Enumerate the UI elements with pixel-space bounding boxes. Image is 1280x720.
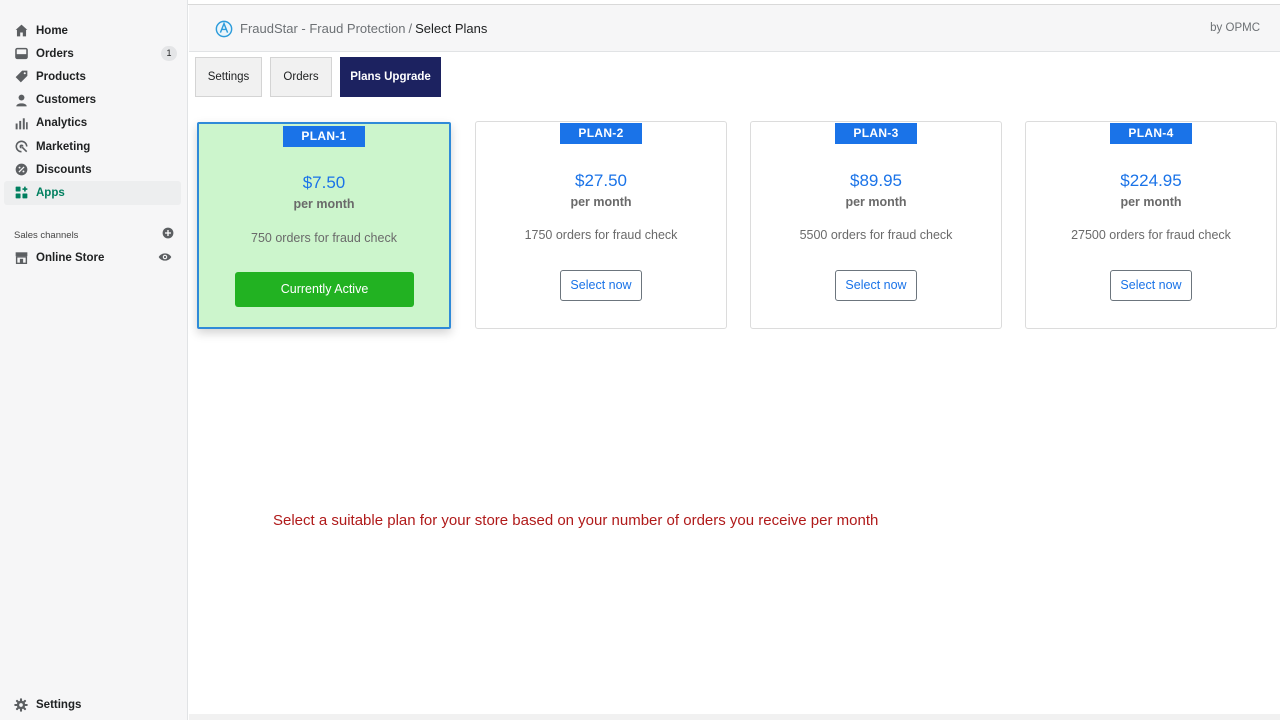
plan-card-2: PLAN-2 $27.50 per month 1750 orders for … [475, 121, 727, 329]
sidebar-item-products[interactable]: Products [0, 65, 187, 88]
plan-price: $89.95 [850, 171, 902, 190]
plan-period: per month [570, 195, 632, 209]
eye-icon[interactable] [158, 251, 172, 266]
plan-price: $27.50 [575, 171, 627, 190]
bottom-bar [189, 714, 1280, 720]
sidebar-item-settings[interactable]: Settings [0, 693, 188, 716]
sidebar-item-label: Customers [36, 94, 97, 107]
plan-selection-note: Select a suitable plan for your store ba… [273, 512, 879, 529]
plan-card-4: PLAN-4 $224.95 per month 27500 orders fo… [1025, 121, 1277, 329]
sidebar-nav: Home Orders 1 Products Customers Analyti… [0, 0, 187, 205]
select-plan-button[interactable]: Select now [560, 270, 642, 301]
tab-orders[interactable]: Orders [270, 57, 332, 97]
breadcrumb-separator: / [408, 21, 413, 36]
target-icon [14, 140, 28, 154]
breadcrumb: FraudStar - Fraud Protection / Select Plan… [240, 21, 487, 36]
sidebar: Home Orders 1 Products Customers Analyti… [0, 0, 188, 720]
select-plan-button[interactable]: Select now [1110, 270, 1192, 301]
discount-icon [14, 163, 28, 177]
sidebar-item-apps[interactable]: Apps [4, 181, 181, 205]
developer-byline: by OPMC [1210, 22, 1260, 34]
sidebar-item-home[interactable]: Home [0, 19, 187, 42]
bar-chart-icon [14, 116, 28, 130]
sales-channels-label: Sales channels [14, 229, 79, 241]
plan-name-label: PLAN-4 [1110, 123, 1192, 144]
sidebar-item-online-store[interactable]: Online Store [0, 246, 188, 269]
sidebar-item-label: Orders [36, 47, 74, 60]
tab-settings[interactable]: Settings [195, 57, 262, 97]
sidebar-item-analytics[interactable]: Analytics [0, 112, 187, 135]
sidebar-item-label: Apps [36, 186, 65, 199]
plan-orders: 1750 orders for fraud check [524, 228, 678, 242]
sidebar-item-label: Online Store [36, 251, 105, 264]
add-sales-channel-icon[interactable] [162, 226, 174, 244]
orders-count-badge: 1 [161, 46, 177, 62]
sidebar-item-label: Products [36, 70, 86, 83]
sidebar-item-label: Discounts [36, 163, 92, 176]
plan-orders: 5500 orders for fraud check [799, 228, 953, 242]
plan-period: per month [1120, 195, 1182, 209]
home-icon [14, 24, 28, 38]
store-icon [14, 251, 28, 265]
breadcrumb-app-name[interactable]: FraudStar - Fraud Protection [240, 21, 405, 36]
plan-orders: 750 orders for fraud check [251, 231, 397, 245]
plan-price: $224.95 [1120, 171, 1182, 190]
app-header: FraudStar - Fraud Protection / Select Plan… [189, 5, 1280, 52]
plan-card-3: PLAN-3 $89.95 per month 5500 orders for … [750, 121, 1002, 329]
plan-orders: 27500 orders for fraud check [1071, 228, 1231, 242]
plan-name-label: PLAN-1 [283, 126, 365, 147]
sidebar-item-label: Analytics [36, 117, 88, 130]
person-icon [14, 93, 28, 107]
sidebar-item-orders[interactable]: Orders 1 [0, 42, 187, 65]
select-plan-button[interactable]: Select now [835, 270, 917, 301]
gear-icon [14, 697, 28, 712]
plan-card-1: PLAN-1 $7.50 per month 750 orders for fr… [197, 122, 451, 329]
sidebar-item-label: Marketing [36, 140, 91, 153]
sidebar-item-customers[interactable]: Customers [0, 89, 187, 112]
sidebar-item-label: Settings [36, 698, 82, 711]
sidebar-item-discounts[interactable]: Discounts [0, 158, 187, 181]
tag-icon [14, 70, 28, 84]
plan-price: $7.50 [302, 173, 346, 192]
plan-name-label: PLAN-2 [560, 123, 642, 144]
sidebar-item-label: Home [36, 24, 68, 37]
tab-plans-upgrade[interactable]: Plans Upgrade [340, 57, 441, 97]
orders-icon [14, 47, 28, 61]
sidebar-item-marketing[interactable]: Marketing [0, 135, 187, 158]
plan-name-label: PLAN-3 [835, 123, 917, 144]
sales-channels-header: Sales channels [14, 226, 174, 244]
currently-active-button[interactable]: Currently Active [235, 272, 414, 307]
fraudstar-logo-icon [215, 20, 233, 38]
plan-period: per month [845, 195, 907, 209]
breadcrumb-current-page: Select Plans [415, 21, 488, 36]
apps-icon [14, 186, 28, 200]
plan-period: per month [293, 197, 355, 211]
